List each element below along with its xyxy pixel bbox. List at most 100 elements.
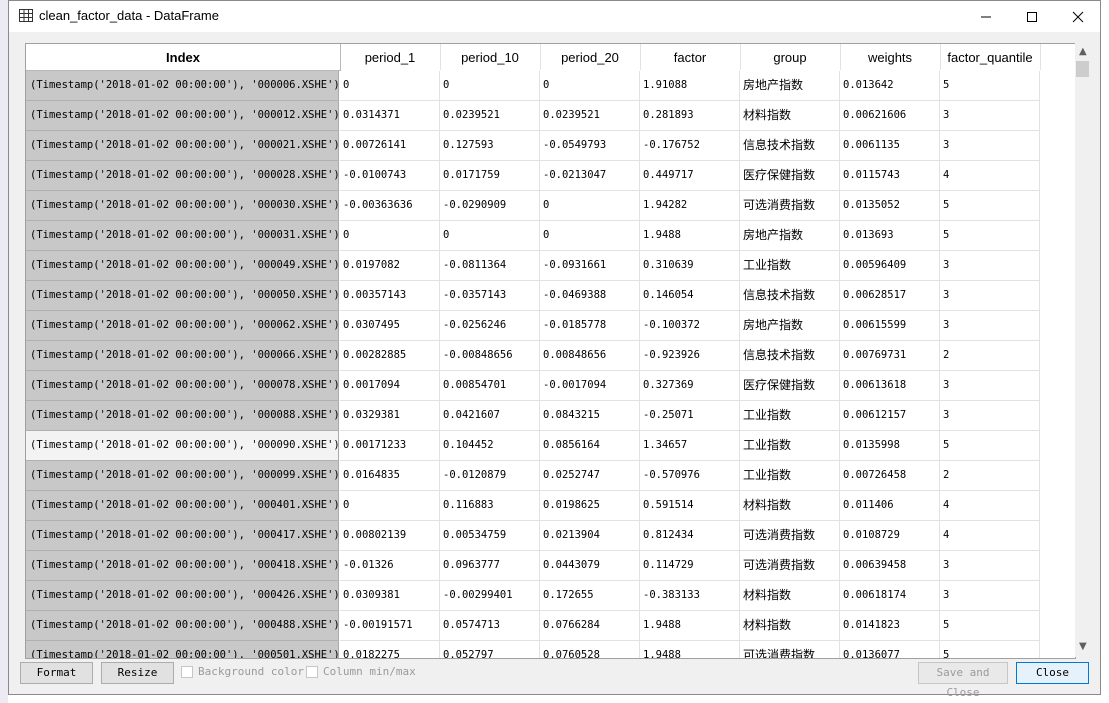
table-cell[interactable]: 信息技术指数: [740, 131, 840, 161]
table-cell[interactable]: 0.0061135: [840, 131, 940, 161]
table-cell[interactable]: 0: [440, 221, 540, 251]
table-cell[interactable]: 0.327369: [640, 371, 740, 401]
table-cell[interactable]: 0: [440, 71, 540, 101]
table-cell[interactable]: 材料指数: [740, 491, 840, 521]
table-cell[interactable]: 可选消费指数: [740, 551, 840, 581]
row-index-cell[interactable]: (Timestamp('2018-01-02 00:00:00'), '0000…: [26, 191, 339, 221]
table-cell[interactable]: 0.0239521: [540, 101, 640, 131]
table-cell[interactable]: -0.0469388: [540, 281, 640, 311]
table-cell[interactable]: -0.0811364: [440, 251, 540, 281]
table-cell[interactable]: 1.91088: [640, 71, 740, 101]
table-cell[interactable]: 0: [340, 491, 440, 521]
column-header[interactable]: factor: [640, 44, 741, 70]
table-cell[interactable]: 3: [940, 371, 1040, 401]
table-cell[interactable]: 工业指数: [740, 431, 840, 461]
table-cell[interactable]: 0.0843215: [540, 401, 640, 431]
table-cell[interactable]: 0: [540, 221, 640, 251]
table-cell[interactable]: 工业指数: [740, 251, 840, 281]
column-header[interactable]: weights: [840, 44, 941, 70]
row-index-cell[interactable]: (Timestamp('2018-01-02 00:00:00'), '0000…: [26, 311, 339, 341]
table-cell[interactable]: -0.923926: [640, 341, 740, 371]
table-cell[interactable]: 0.0252747: [540, 461, 640, 491]
table-cell[interactable]: -0.00299401: [440, 581, 540, 611]
column-header[interactable]: period_10: [440, 44, 541, 70]
close-window-button[interactable]: [1055, 1, 1101, 32]
row-index-cell[interactable]: (Timestamp('2018-01-02 00:00:00'), '0000…: [26, 101, 339, 131]
row-index-cell[interactable]: (Timestamp('2018-01-02 00:00:00'), '0000…: [26, 221, 339, 251]
table-cell[interactable]: 0.00357143: [340, 281, 440, 311]
table-cell[interactable]: 0.0314371: [340, 101, 440, 131]
table-cell[interactable]: 0.00726458: [840, 461, 940, 491]
table-cell[interactable]: 0.116883: [440, 491, 540, 521]
table-cell[interactable]: 0.0171759: [440, 161, 540, 191]
table-cell[interactable]: 0.591514: [640, 491, 740, 521]
table-cell[interactable]: 可选消费指数: [740, 191, 840, 221]
table-cell[interactable]: 房地产指数: [740, 311, 840, 341]
table-cell[interactable]: 3: [940, 551, 1040, 581]
column-header[interactable]: factor_quantile: [940, 44, 1041, 70]
table-cell[interactable]: 0.0198625: [540, 491, 640, 521]
row-index-cell[interactable]: (Timestamp('2018-01-02 00:00:00'), '0000…: [26, 431, 339, 461]
table-cell[interactable]: -0.0357143: [440, 281, 540, 311]
table-cell[interactable]: 0.0108729: [840, 521, 940, 551]
table-cell[interactable]: 0.00854701: [440, 371, 540, 401]
table-cell[interactable]: 0.0164835: [340, 461, 440, 491]
table-cell[interactable]: 3: [940, 311, 1040, 341]
table-cell[interactable]: 4: [940, 491, 1040, 521]
table-cell[interactable]: 3: [940, 281, 1040, 311]
table-cell[interactable]: 3: [940, 581, 1040, 611]
table-cell[interactable]: 0.0443079: [540, 551, 640, 581]
table-cell[interactable]: -0.570976: [640, 461, 740, 491]
table-cell[interactable]: 0.0135052: [840, 191, 940, 221]
minimize-button[interactable]: [963, 1, 1009, 32]
row-index-cell[interactable]: (Timestamp('2018-01-02 00:00:00'), '0004…: [26, 551, 339, 581]
table-cell[interactable]: 0.0141823: [840, 611, 940, 641]
table-cell[interactable]: -0.0017094: [540, 371, 640, 401]
table-cell[interactable]: 0.013642: [840, 71, 940, 101]
table-cell[interactable]: 0: [540, 191, 640, 221]
table-cell[interactable]: 0.00802139: [340, 521, 440, 551]
table-cell[interactable]: 1.34657: [640, 431, 740, 461]
table-cell[interactable]: 0.00615599: [840, 311, 940, 341]
table-cell[interactable]: 0.0574713: [440, 611, 540, 641]
table-cell[interactable]: -0.00191571: [340, 611, 440, 641]
row-index-cell[interactable]: (Timestamp('2018-01-02 00:00:00'), '0000…: [26, 401, 339, 431]
resize-button[interactable]: Resize: [101, 662, 174, 684]
table-cell[interactable]: 5: [940, 71, 1040, 101]
save-and-close-button[interactable]: Save and Close: [918, 662, 1008, 699]
table-cell[interactable]: 房地产指数: [740, 221, 840, 251]
table-cell[interactable]: 1.9488: [640, 611, 740, 641]
table-cell[interactable]: 3: [940, 131, 1040, 161]
table-cell[interactable]: 0.00848656: [540, 341, 640, 371]
table-cell[interactable]: -0.383133: [640, 581, 740, 611]
table-cell[interactable]: 3: [940, 401, 1040, 431]
table-cell[interactable]: 0.00618174: [840, 581, 940, 611]
table-cell[interactable]: 3: [940, 251, 1040, 281]
table-cell[interactable]: 0.114729: [640, 551, 740, 581]
table-cell[interactable]: 0.0213904: [540, 521, 640, 551]
table-cell[interactable]: 房地产指数: [740, 71, 840, 101]
table-cell[interactable]: 0.172655: [540, 581, 640, 611]
row-index-cell[interactable]: (Timestamp('2018-01-02 00:00:00'), '0000…: [26, 461, 339, 491]
table-cell[interactable]: 0.00639458: [840, 551, 940, 581]
table-cell[interactable]: 0: [540, 71, 640, 101]
table-cell[interactable]: 2: [940, 461, 1040, 491]
table-cell[interactable]: 0.00726141: [340, 131, 440, 161]
table-cell[interactable]: 0.0307495: [340, 311, 440, 341]
table-cell[interactable]: 0.281893: [640, 101, 740, 131]
row-index-cell[interactable]: (Timestamp('2018-01-02 00:00:00'), '0004…: [26, 521, 339, 551]
table-cell[interactable]: -0.0120879: [440, 461, 540, 491]
table-cell[interactable]: 5: [940, 221, 1040, 251]
table-cell[interactable]: 4: [940, 521, 1040, 551]
table-cell[interactable]: -0.00848656: [440, 341, 540, 371]
table-cell[interactable]: -0.25071: [640, 401, 740, 431]
table-cell[interactable]: -0.0185778: [540, 311, 640, 341]
table-cell[interactable]: 5: [940, 431, 1040, 461]
table-cell[interactable]: 0.127593: [440, 131, 540, 161]
table-cell[interactable]: 0.0766284: [540, 611, 640, 641]
table-cell[interactable]: 0.0239521: [440, 101, 540, 131]
table-cell[interactable]: -0.100372: [640, 311, 740, 341]
table-cell[interactable]: 0.0115743: [840, 161, 940, 191]
table-cell[interactable]: -0.0100743: [340, 161, 440, 191]
table-cell[interactable]: 材料指数: [740, 611, 840, 641]
